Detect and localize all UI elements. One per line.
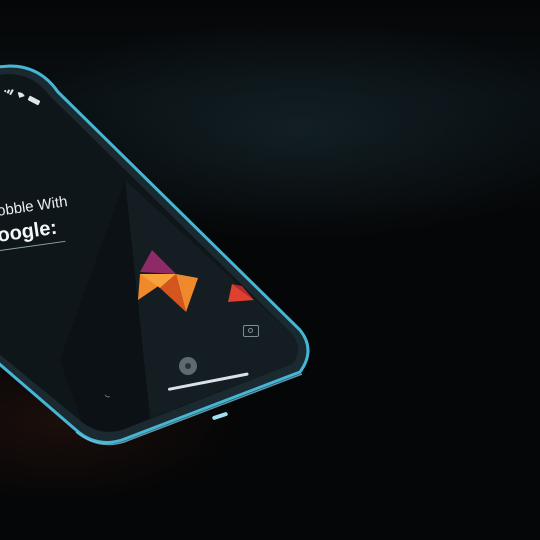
red-triangle-logo-icon[interactable] xyxy=(228,282,256,304)
camera-icon[interactable] xyxy=(243,325,259,337)
phone-device xyxy=(0,64,310,446)
home-dot-icon[interactable] xyxy=(179,357,197,375)
side-button xyxy=(212,412,228,420)
orange-triangle-logo-icon[interactable] xyxy=(138,248,200,314)
